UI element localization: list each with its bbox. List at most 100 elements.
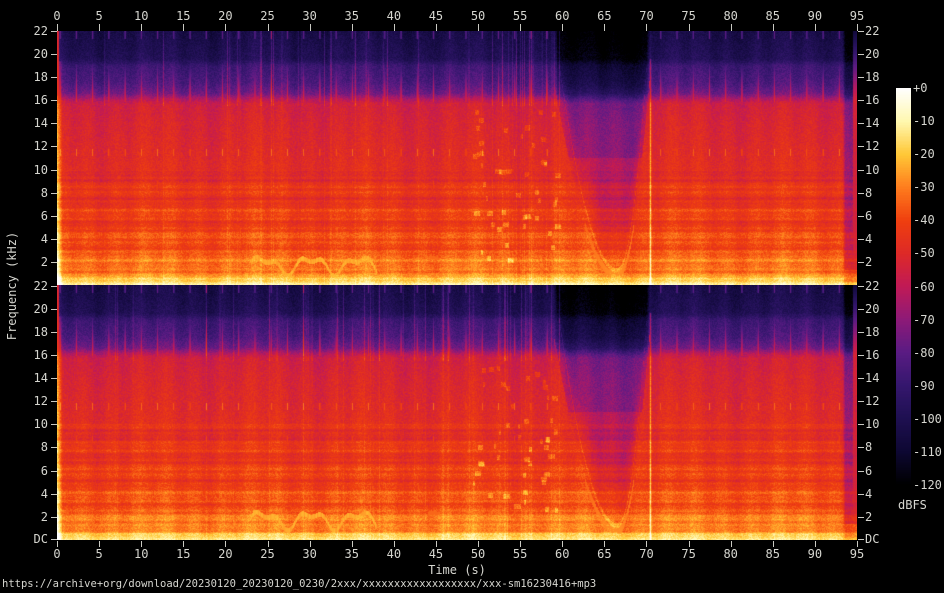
time-tick-label-bottom: 60	[555, 548, 569, 561]
time-tick-mark-top	[436, 24, 437, 31]
freq-tick-mark-left	[51, 378, 57, 379]
freq-tick-mark-left	[51, 355, 57, 356]
freq-tick-mark-right	[858, 123, 864, 124]
freq-tick-mark-left	[51, 216, 57, 217]
freq-tick-label-right: 10	[865, 164, 879, 177]
freq-tick-mark-left	[51, 193, 57, 194]
freq-tick-mark-right	[858, 239, 864, 240]
freq-tick-label-right: 14	[865, 117, 879, 130]
time-tick-label-bottom: 25	[260, 548, 274, 561]
time-tick-label-top: 45	[429, 10, 443, 23]
time-tick-mark-top	[478, 24, 479, 31]
freq-dc-label-left: DC	[18, 533, 48, 546]
time-tick-label-top: 35	[345, 10, 359, 23]
freq-tick-label-left: 8	[18, 441, 48, 454]
level-tick-label: -100	[913, 413, 942, 426]
freq-tick-label-left: 14	[18, 117, 48, 130]
freq-tick-mark-right	[858, 494, 864, 495]
freq-tick-mark-right	[858, 54, 864, 55]
time-tick-mark-top	[352, 24, 353, 31]
source-url: https://archive+org/download/20230120_20…	[2, 578, 596, 590]
freq-tick-label-right: 20	[865, 303, 879, 316]
freq-tick-label-left: 16	[18, 349, 48, 362]
freq-tick-label-right: 16	[865, 349, 879, 362]
freq-tick-mark-left	[51, 239, 57, 240]
freq-tick-label-left: 16	[18, 94, 48, 107]
time-tick-mark-top	[141, 24, 142, 31]
freq-tick-mark-left	[51, 170, 57, 171]
freq-tick-label-left: 2	[18, 511, 48, 524]
freq-tick-label-right: 22	[865, 280, 879, 293]
level-tick-label: -70	[913, 314, 935, 327]
time-tick-mark-top	[562, 24, 563, 31]
freq-tick-label-left: 10	[18, 418, 48, 431]
freq-tick-mark-right	[858, 401, 864, 402]
freq-tick-label-left: 6	[18, 210, 48, 223]
freq-tick-label-left: 18	[18, 326, 48, 339]
freq-tick-mark-left	[51, 31, 57, 32]
time-tick-label-top: 30	[302, 10, 316, 23]
time-tick-label-top: 25	[260, 10, 274, 23]
time-tick-mark-top	[225, 24, 226, 31]
time-tick-label-bottom: 95	[850, 548, 864, 561]
freq-tick-label-left: 22	[18, 280, 48, 293]
freq-tick-label-left: 22	[18, 25, 48, 38]
level-tick-label: -120	[913, 479, 942, 492]
freq-dc-tick-right	[858, 539, 864, 540]
time-tick-label-top: 15	[176, 10, 190, 23]
time-tick-label-top: 70	[639, 10, 653, 23]
time-tick-mark-top	[520, 24, 521, 31]
time-tick-label-bottom: 55	[513, 548, 527, 561]
time-tick-mark-top	[689, 24, 690, 31]
time-tick-label-bottom: 40	[387, 548, 401, 561]
time-tick-mark-top	[773, 24, 774, 31]
freq-tick-mark-right	[858, 31, 864, 32]
freq-tick-mark-right	[858, 286, 864, 287]
freq-tick-mark-left	[51, 100, 57, 101]
time-tick-label-top: 0	[53, 10, 60, 23]
level-tick-label: -60	[913, 281, 935, 294]
freq-tick-label-right: 22	[865, 25, 879, 38]
time-tick-label-bottom: 50	[471, 548, 485, 561]
freq-tick-mark-right	[858, 216, 864, 217]
level-tick-label: -40	[913, 214, 935, 227]
time-tick-label-top: 50	[471, 10, 485, 23]
time-tick-mark-top	[268, 24, 269, 31]
level-tick-label: -110	[913, 446, 942, 459]
time-tick-label-bottom: 10	[134, 548, 148, 561]
freq-tick-label-right: 10	[865, 418, 879, 431]
time-tick-label-top: 10	[134, 10, 148, 23]
freq-tick-mark-right	[858, 146, 864, 147]
time-tick-label-top: 95	[850, 10, 864, 23]
time-tick-mark-top	[646, 24, 647, 31]
time-tick-label-bottom: 35	[345, 548, 359, 561]
freq-tick-label-left: 2	[18, 256, 48, 269]
freq-tick-mark-left	[51, 286, 57, 287]
time-tick-label-top: 85	[766, 10, 780, 23]
freq-tick-mark-left	[51, 517, 57, 518]
freq-tick-mark-left	[51, 123, 57, 124]
time-tick-label-top: 80	[723, 10, 737, 23]
freq-tick-mark-right	[858, 447, 864, 448]
freq-tick-mark-right	[858, 332, 864, 333]
freq-tick-label-right: 2	[865, 511, 872, 524]
time-tick-label-top: 20	[218, 10, 232, 23]
time-tick-label-bottom: 20	[218, 548, 232, 561]
freq-tick-mark-right	[858, 170, 864, 171]
freq-tick-label-right: 4	[865, 488, 872, 501]
freq-tick-mark-right	[858, 77, 864, 78]
spectrogram-screenshot: Frequency (kHz) Time (s) dBFS https://ar…	[0, 0, 944, 593]
time-tick-label-top: 65	[597, 10, 611, 23]
time-tick-mark-top	[57, 24, 58, 31]
freq-tick-label-right: 8	[865, 441, 872, 454]
freq-tick-mark-right	[858, 424, 864, 425]
level-tick-label: -50	[913, 247, 935, 260]
time-tick-label-bottom: 65	[597, 548, 611, 561]
time-tick-label-top: 90	[808, 10, 822, 23]
spectrogram-plot-channel-1	[57, 31, 857, 285]
time-tick-mark-top	[394, 24, 395, 31]
freq-tick-mark-right	[858, 309, 864, 310]
level-tick-label: -90	[913, 380, 935, 393]
time-tick-label-bottom: 0	[53, 548, 60, 561]
freq-tick-mark-right	[858, 355, 864, 356]
